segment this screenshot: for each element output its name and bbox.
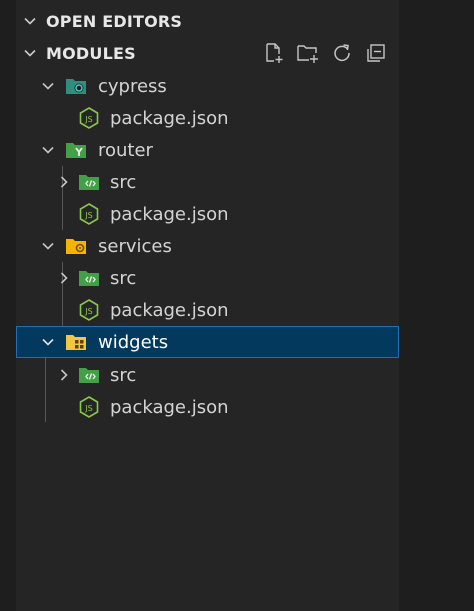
collapse-all-icon[interactable] <box>363 41 389 65</box>
open-editors-header[interactable]: OPEN EDITORS <box>16 5 399 37</box>
nodejs-icon: JS <box>78 396 100 418</box>
folder-label: widgets <box>98 331 169 353</box>
tree-folder-widgets[interactable]: widgets <box>16 326 399 358</box>
tree-folder-services[interactable]: services <box>16 230 399 262</box>
file-label: package.json <box>110 299 229 321</box>
chevron-right-icon <box>54 268 74 288</box>
chevron-down-icon <box>38 140 58 160</box>
svg-text:JS: JS <box>84 404 92 413</box>
folder-label: src <box>110 171 137 193</box>
chevron-down-icon <box>16 13 44 29</box>
modules-header[interactable]: MODULES <box>16 37 399 69</box>
folder-label: cypress <box>98 75 167 97</box>
tree-file-widgets-package[interactable]: JS package.json <box>16 391 399 423</box>
file-label: package.json <box>110 203 229 225</box>
file-label: package.json <box>110 107 229 129</box>
folder-label: src <box>110 364 137 386</box>
chevron-down-icon <box>38 332 58 352</box>
new-file-icon[interactable] <box>261 41 287 65</box>
svg-text:JS: JS <box>84 307 92 316</box>
tree-folder-cypress[interactable]: cypress <box>16 70 399 102</box>
left-gutter <box>0 0 16 611</box>
chevron-down-icon <box>16 45 44 61</box>
tree-folder-router[interactable]: router <box>16 134 399 166</box>
svg-text:JS: JS <box>84 211 92 220</box>
folder-label: src <box>110 267 137 289</box>
folder-src-icon <box>78 364 100 386</box>
folder-services-icon <box>65 235 87 257</box>
nodejs-icon: JS <box>78 299 100 321</box>
folder-router-icon <box>65 139 87 161</box>
new-folder-icon[interactable] <box>295 41 321 65</box>
tree-folder-services-src[interactable]: src <box>16 262 399 294</box>
tree-folder-router-src[interactable]: src <box>16 166 399 198</box>
chevron-right-icon <box>54 365 74 385</box>
modules-label: MODULES <box>46 43 136 63</box>
nodejs-icon: JS <box>78 107 100 129</box>
folder-src-icon <box>78 267 100 289</box>
folder-label: services <box>98 235 172 257</box>
svg-text:JS: JS <box>84 115 92 124</box>
folder-widgets-icon <box>65 331 87 353</box>
nodejs-icon: JS <box>78 203 100 225</box>
chevron-down-icon <box>38 76 58 96</box>
chevron-right-icon <box>54 172 74 192</box>
tree-file-services-package[interactable]: JS package.json <box>16 294 399 326</box>
folder-cypress-icon <box>65 75 87 97</box>
file-label: package.json <box>110 396 229 418</box>
folder-label: router <box>98 139 153 161</box>
chevron-down-icon <box>38 236 58 256</box>
explorer-panel: OPEN EDITORS MODULES cypress JS package.… <box>16 0 399 611</box>
tree-file-cypress-package[interactable]: JS package.json <box>16 102 399 134</box>
open-editors-label: OPEN EDITORS <box>46 11 183 31</box>
editor-area <box>399 0 474 611</box>
folder-src-icon <box>78 171 100 193</box>
tree-file-router-package[interactable]: JS package.json <box>16 198 399 230</box>
explorer-actions <box>261 41 389 65</box>
refresh-icon[interactable] <box>329 41 355 65</box>
tree-folder-widgets-src[interactable]: src <box>16 359 399 391</box>
